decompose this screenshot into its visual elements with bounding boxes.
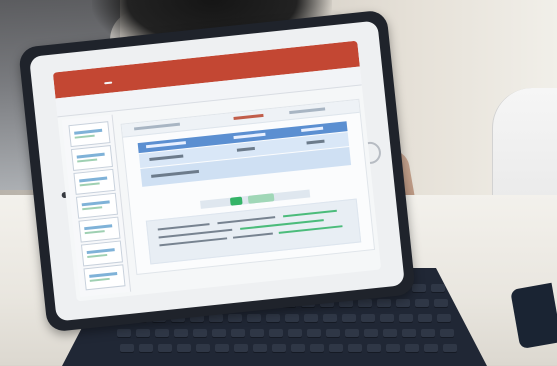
tablet-screen[interactable] bbox=[53, 41, 381, 302]
keyboard-key[interactable] bbox=[177, 344, 191, 352]
placeholder-text bbox=[134, 123, 180, 131]
note-line bbox=[233, 233, 273, 239]
keyboard-key[interactable] bbox=[342, 314, 356, 322]
green-marker bbox=[230, 197, 243, 206]
cell-text bbox=[237, 147, 255, 152]
keyboard-key[interactable] bbox=[291, 344, 305, 352]
keyboard-key[interactable] bbox=[437, 314, 451, 322]
placeholder-text bbox=[289, 107, 325, 114]
header-text bbox=[301, 127, 323, 132]
keyboard-key[interactable] bbox=[440, 329, 454, 337]
keyboard-key[interactable] bbox=[377, 299, 391, 307]
keyboard-key[interactable] bbox=[120, 344, 134, 352]
keyboard-key[interactable] bbox=[215, 344, 229, 352]
note-line bbox=[279, 225, 343, 234]
keyboard-key[interactable] bbox=[174, 329, 188, 337]
cell-text bbox=[149, 154, 183, 161]
keyboard-key[interactable] bbox=[117, 329, 131, 337]
keyboard-key[interactable] bbox=[434, 299, 448, 307]
keyboard-key[interactable] bbox=[136, 329, 150, 337]
keyboard-key[interactable] bbox=[348, 344, 362, 352]
keyboard-key[interactable] bbox=[431, 284, 445, 292]
note-box bbox=[146, 199, 361, 265]
keyboard-key[interactable] bbox=[212, 329, 226, 337]
keyboard-key[interactable] bbox=[307, 329, 321, 337]
keyboard-key[interactable] bbox=[345, 329, 359, 337]
green-marker bbox=[248, 193, 275, 204]
note-line bbox=[283, 210, 337, 218]
keyboard-key[interactable] bbox=[415, 299, 429, 307]
keyboard-key[interactable] bbox=[250, 329, 264, 337]
keyboard-key[interactable] bbox=[421, 329, 435, 337]
cell-text bbox=[306, 140, 324, 145]
slide-thumbnail[interactable] bbox=[73, 169, 115, 195]
keyboard-key[interactable] bbox=[139, 344, 153, 352]
keyboard-key[interactable] bbox=[424, 344, 438, 352]
slide-thumbnail[interactable] bbox=[81, 240, 123, 266]
keyboard-key[interactable] bbox=[196, 344, 210, 352]
keyboard-key[interactable] bbox=[158, 344, 172, 352]
keyboard-key[interactable] bbox=[386, 344, 400, 352]
keyboard-key[interactable] bbox=[253, 344, 267, 352]
keyboard-key[interactable] bbox=[329, 344, 343, 352]
header-text bbox=[146, 141, 186, 148]
header-text bbox=[233, 133, 265, 139]
keyboard-key[interactable] bbox=[304, 314, 318, 322]
tab-home[interactable] bbox=[104, 81, 112, 84]
keyboard-key[interactable] bbox=[272, 344, 286, 352]
keyboard-key[interactable] bbox=[155, 329, 169, 337]
slide-thumbnail[interactable] bbox=[71, 145, 113, 171]
slide-canvas[interactable] bbox=[121, 99, 376, 275]
keyboard-key[interactable] bbox=[361, 314, 375, 322]
keyboard-key[interactable] bbox=[228, 314, 242, 322]
keyboard-key[interactable] bbox=[358, 299, 372, 307]
keyboard-key[interactable] bbox=[364, 329, 378, 337]
slide-thumbnail[interactable] bbox=[83, 264, 125, 290]
keyboard-key[interactable] bbox=[443, 344, 457, 352]
keyboard-key[interactable] bbox=[383, 329, 397, 337]
keyboard-key[interactable] bbox=[193, 329, 207, 337]
keyboard-key[interactable] bbox=[234, 344, 248, 352]
keyboard-key[interactable] bbox=[380, 314, 394, 322]
ribbon-tabs bbox=[104, 79, 136, 84]
keyboard-key[interactable] bbox=[412, 284, 426, 292]
cell-text bbox=[151, 170, 199, 178]
tablet-bezel bbox=[29, 20, 405, 321]
keyboard-key[interactable] bbox=[288, 329, 302, 337]
keyboard-key[interactable] bbox=[418, 314, 432, 322]
note-line bbox=[158, 223, 210, 230]
slide-thumbnail[interactable] bbox=[68, 121, 110, 147]
keyboard-key[interactable] bbox=[367, 344, 381, 352]
keyboard-key[interactable] bbox=[269, 329, 283, 337]
keyboard-key[interactable] bbox=[396, 299, 410, 307]
keyboard-key[interactable] bbox=[266, 314, 280, 322]
slide-thumbnail[interactable] bbox=[76, 193, 118, 219]
keyboard-key[interactable] bbox=[405, 344, 419, 352]
tablet bbox=[18, 9, 416, 332]
keyboard-key[interactable] bbox=[247, 314, 261, 322]
keyboard-key[interactable] bbox=[310, 344, 324, 352]
note-line bbox=[217, 216, 275, 224]
keyboard-key[interactable] bbox=[399, 314, 413, 322]
slides-pane[interactable] bbox=[62, 115, 131, 297]
keyboard-key[interactable] bbox=[326, 329, 340, 337]
keyboard-key[interactable] bbox=[402, 329, 416, 337]
keyboard-key[interactable] bbox=[285, 314, 299, 322]
placeholder-text bbox=[233, 114, 263, 120]
keyboard-key[interactable] bbox=[231, 329, 245, 337]
note-line bbox=[159, 237, 227, 246]
keyboard-key[interactable] bbox=[323, 314, 337, 322]
slide-thumbnail[interactable] bbox=[78, 217, 120, 243]
